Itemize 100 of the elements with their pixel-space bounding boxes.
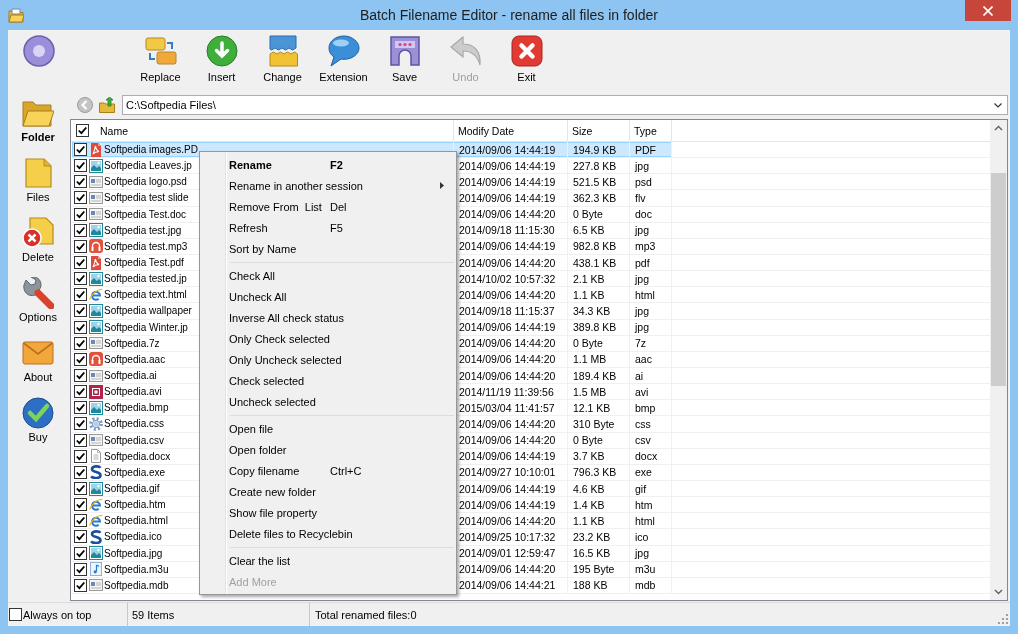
row-checkbox[interactable] (74, 175, 87, 189)
row-checkbox[interactable] (74, 482, 87, 495)
column-header[interactable]: Size (572, 124, 593, 137)
checkbox-label[interactable]: Always on top (23, 608, 92, 621)
row-checkbox[interactable] (74, 207, 87, 221)
file-size: 310 Byte (573, 417, 615, 430)
row-checkbox[interactable] (74, 191, 87, 205)
file-name: Softpedia logo.psd (104, 176, 187, 188)
file-type: m3u (635, 563, 656, 576)
change-button[interactable]: Change (252, 30, 313, 88)
window-icon (89, 433, 103, 448)
row-checkbox[interactable] (74, 417, 87, 431)
folder-up-icon[interactable] (99, 97, 115, 113)
row-checkbox[interactable] (74, 385, 87, 399)
row-checkbox[interactable] (74, 223, 87, 237)
back-icon[interactable] (77, 97, 93, 113)
row-checkbox[interactable] (74, 256, 87, 270)
menu-item[interactable]: Only Uncheck selected (202, 349, 454, 370)
file-name: Softpedia.css (104, 418, 165, 430)
modify-date: 2014/09/06 14:44:20 (459, 337, 556, 350)
picture-icon (89, 158, 103, 173)
letter-e-icon (89, 287, 103, 302)
modify-date: 2014/09/06 14:44:19 (459, 192, 556, 204)
row-checkbox[interactable] (74, 143, 87, 157)
row-checkbox[interactable] (74, 578, 87, 592)
row-checkbox[interactable] (74, 498, 87, 512)
file-size: 0 Byte (573, 337, 603, 350)
select-all-checkbox[interactable] (76, 124, 89, 137)
sidebar-item[interactable]: About (8, 333, 68, 393)
row-checkbox[interactable] (74, 433, 87, 447)
file-size: 521.5 KB (573, 175, 617, 188)
row-checkbox[interactable] (74, 401, 87, 415)
file-type: html (635, 288, 655, 301)
column-header[interactable]: Name (100, 124, 128, 137)
modify-date: 2014/09/27 10:10:01 (459, 466, 556, 479)
sidebar-item[interactable]: Files (8, 153, 68, 213)
file-size: 1.1 KB (573, 514, 605, 527)
modify-date: 2014/09/18 11:15:30 (459, 224, 555, 237)
row-checkbox[interactable] (74, 546, 87, 560)
file-name: Softpedia test.mp3 (104, 240, 188, 252)
modify-date: 2014/11/19 11:39:56 (459, 385, 554, 398)
row-checkbox[interactable] (74, 239, 87, 253)
modify-date: 2014/09/06 14:44:20 (459, 369, 556, 382)
file-row[interactable]: Softpedia images.PD 2014/09/06 14:44:19 194.9 KB PDF (71, 142, 990, 159)
scrollbar-track[interactable] (990, 120, 1007, 600)
save-button[interactable]: Save (374, 30, 435, 88)
column-header[interactable]: Type (634, 124, 657, 137)
insert-button[interactable]: Insert (191, 30, 252, 88)
close-button[interactable] (965, 0, 1011, 21)
modify-date: 2014/09/06 14:44:20 (459, 417, 556, 430)
exit-button[interactable]: Exit (496, 30, 557, 88)
modify-date: 2014/09/06 14:44:19 (459, 159, 556, 172)
row-checkbox[interactable] (74, 288, 87, 302)
path-combobox[interactable]: C:\Softpedia Files\ (122, 95, 1008, 115)
row-checkbox[interactable] (74, 336, 87, 350)
row-checkbox[interactable] (74, 449, 87, 463)
app-icon (8, 7, 24, 23)
letter-e-icon (89, 513, 103, 528)
row-checkbox[interactable] (74, 159, 87, 173)
modify-date: 2014/09/06 14:44:20 (459, 563, 556, 576)
row-checkbox[interactable] (74, 514, 87, 528)
file-type: pdf (635, 256, 650, 269)
modify-date: 2015/03/04 11:41:57 (459, 401, 555, 414)
row-checkbox[interactable] (74, 369, 87, 383)
file-name: Softpedia.csv (104, 434, 165, 446)
row-checkbox[interactable] (74, 530, 87, 544)
sidebar-item[interactable]: Buy (8, 393, 68, 453)
sidebar-item[interactable]: Options (8, 273, 68, 333)
cross-icon (510, 35, 543, 67)
always-on-top-checkbox[interactable] (9, 608, 22, 621)
picture-icon (89, 223, 103, 238)
row-checkbox[interactable] (74, 272, 87, 286)
modify-date: 2014/09/06 14:44:20 (459, 434, 556, 447)
row-checkbox[interactable] (74, 320, 87, 334)
framed-square-icon (89, 384, 103, 399)
resize-grip-icon[interactable] (998, 614, 1008, 624)
file-name: Softpedia.ai (104, 370, 157, 382)
menu-shortcut: Ctrl+C (330, 464, 362, 477)
modify-date: 2014/09/25 10:17:32 (459, 530, 556, 543)
modify-date: 2014/09/06 14:44:20 (459, 208, 556, 221)
file-name: Softpedia test slide (104, 192, 189, 204)
row-checkbox[interactable] (74, 465, 87, 479)
file-size: 189.4 KB (573, 369, 617, 382)
file-name: Softpedia Test.pdf (104, 257, 184, 269)
modify-date: 2014/09/06 14:44:19 (459, 498, 556, 511)
scrollbar-thumb[interactable] (991, 173, 1006, 386)
s-curve-icon (89, 529, 103, 544)
row-checkbox[interactable] (74, 352, 87, 366)
extension-button[interactable]: Extension (313, 30, 374, 88)
row-checkbox[interactable] (74, 304, 87, 318)
sidebar-item[interactable]: Delete (8, 213, 68, 273)
row-checkbox[interactable] (74, 562, 87, 576)
file-size: 3.7 KB (573, 450, 605, 463)
file-name: Softpedia.7z (104, 337, 160, 349)
replace-button[interactable]: Replace (130, 30, 191, 88)
column-header[interactable]: Modify Date (458, 124, 515, 137)
note-icon (22, 157, 54, 189)
sidebar-item[interactable]: Folder (8, 93, 68, 153)
submenu-arrow-icon (440, 182, 444, 189)
file-name: Softpedia Winter.jp (104, 321, 188, 333)
